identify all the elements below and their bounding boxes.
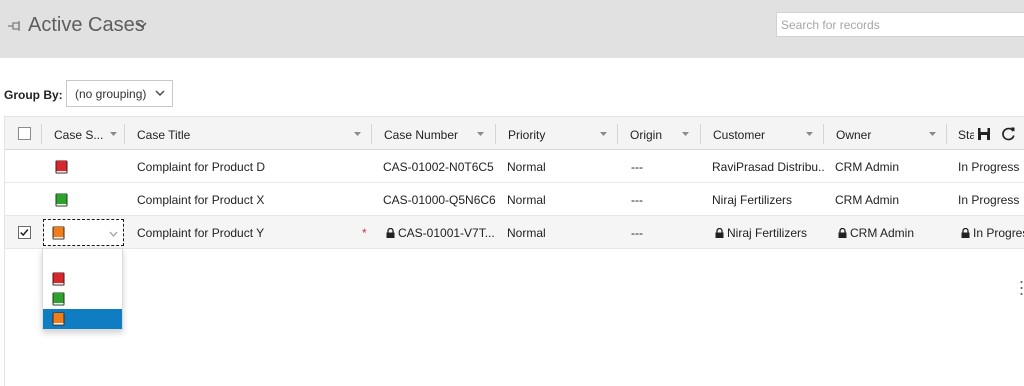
status-value: In Progres (973, 226, 1024, 240)
case-number-cell: CAS-01001-V7T... (386, 216, 495, 248)
case-status-editor[interactable] (43, 219, 124, 246)
lock-icon (386, 228, 395, 238)
book-icon (52, 226, 65, 240)
column-header-origin[interactable]: Origin (621, 117, 677, 150)
column-divider (371, 124, 372, 144)
case-number-cell: CAS-01002-N0T6C5 (383, 160, 494, 174)
required-indicator: * (362, 226, 367, 240)
case-status-dropdown (42, 248, 123, 330)
table-row[interactable]: Complaint for Product D CAS-01002-N0T6C5… (5, 150, 1024, 183)
column-divider (700, 124, 701, 144)
chevron-down-icon[interactable] (109, 231, 118, 237)
column-header-customer[interactable]: Customer (704, 117, 804, 150)
column-divider (41, 124, 42, 144)
column-header-owner[interactable]: Owner (827, 117, 927, 150)
search-input[interactable] (776, 12, 1024, 37)
column-divider (617, 124, 618, 144)
cases-grid: Case S... Case Title Case Number Priorit… (4, 116, 1024, 386)
case-number-value: CAS-01001-V7T... (398, 226, 495, 240)
column-divider (823, 124, 824, 144)
chevron-down-icon[interactable] (109, 131, 118, 137)
scrollbar-handle[interactable] (1020, 280, 1023, 296)
view-header: Active Cases (0, 0, 1024, 58)
priority-cell: Normal (507, 226, 546, 240)
book-icon (52, 292, 65, 306)
chevron-down-icon[interactable] (681, 131, 690, 137)
case-title-cell[interactable]: Complaint for Product X (137, 183, 264, 215)
customer-cell[interactable]: RaviPrasad Distribu... (712, 150, 824, 182)
table-row-selected[interactable]: Complaint for Product Y * CAS-01001-V7T.… (5, 216, 1024, 249)
book-icon (55, 193, 68, 207)
chevron-down-icon[interactable] (476, 131, 485, 137)
origin-cell: --- (631, 193, 643, 207)
customer-cell: Niraj Fertilizers (715, 216, 807, 248)
lock-icon (961, 228, 970, 238)
column-divider (946, 124, 947, 144)
priority-cell: Normal (507, 160, 546, 174)
column-header-status[interactable]: Sta (950, 117, 974, 150)
column-header-case-number[interactable]: Case Number (375, 117, 475, 150)
chevron-down-icon[interactable] (599, 131, 608, 137)
priority-cell: Normal (507, 193, 546, 207)
origin-cell: --- (631, 160, 643, 174)
status-cell: In Progres (961, 216, 1024, 248)
view-title[interactable]: Active Cases (28, 14, 145, 37)
case-number-cell: CAS-01000-Q5N6C6 (383, 193, 496, 207)
status-cell: In Progress (958, 193, 1020, 207)
refresh-icon[interactable] (1001, 126, 1016, 141)
book-icon (55, 160, 68, 174)
select-all-checkbox[interactable] (18, 127, 31, 140)
status-option-green[interactable] (43, 289, 122, 309)
groupby-value: (no grouping) (75, 87, 147, 101)
column-header-case-title[interactable]: Case Title (128, 117, 328, 150)
chevron-down-icon[interactable] (928, 131, 937, 137)
status-cell: In Progress (958, 160, 1020, 174)
case-title-cell[interactable]: Complaint for Product Y (137, 216, 264, 248)
customer-cell[interactable]: Niraj Fertilizers (712, 183, 824, 215)
owner-cell: CRM Admin (838, 216, 914, 248)
groupby-label: Group By: (4, 88, 63, 102)
owner-value: CRM Admin (850, 226, 915, 240)
pin-icon[interactable] (7, 19, 23, 33)
column-header-priority[interactable]: Priority (499, 117, 589, 150)
table-row[interactable]: Complaint for Product X CAS-01000-Q5N6C6… (5, 183, 1024, 216)
column-divider (124, 124, 125, 144)
grid-header: Case S... Case Title Case Number Priorit… (5, 116, 1024, 150)
column-header-case-status[interactable]: Case S... (45, 117, 109, 150)
status-option-red[interactable] (43, 269, 122, 289)
lock-icon (838, 228, 847, 238)
column-divider (495, 124, 496, 144)
customer-value: Niraj Fertilizers (727, 226, 808, 240)
checkmark-icon (20, 229, 29, 237)
owner-cell[interactable]: CRM Admin (835, 183, 899, 215)
book-icon (52, 312, 65, 326)
owner-cell[interactable]: CRM Admin (835, 150, 899, 182)
lock-icon (715, 228, 724, 238)
chevron-down-icon[interactable] (353, 131, 362, 137)
chevron-down-icon[interactable] (136, 20, 148, 30)
case-title-cell[interactable]: Complaint for Product D (137, 150, 265, 182)
chevron-down-icon[interactable] (805, 131, 814, 137)
status-option-orange[interactable] (43, 309, 122, 329)
chevron-down-icon (155, 90, 165, 96)
save-icon[interactable] (977, 127, 991, 141)
row-checkbox[interactable] (18, 226, 31, 239)
book-icon (52, 272, 65, 286)
origin-cell: --- (631, 226, 643, 240)
